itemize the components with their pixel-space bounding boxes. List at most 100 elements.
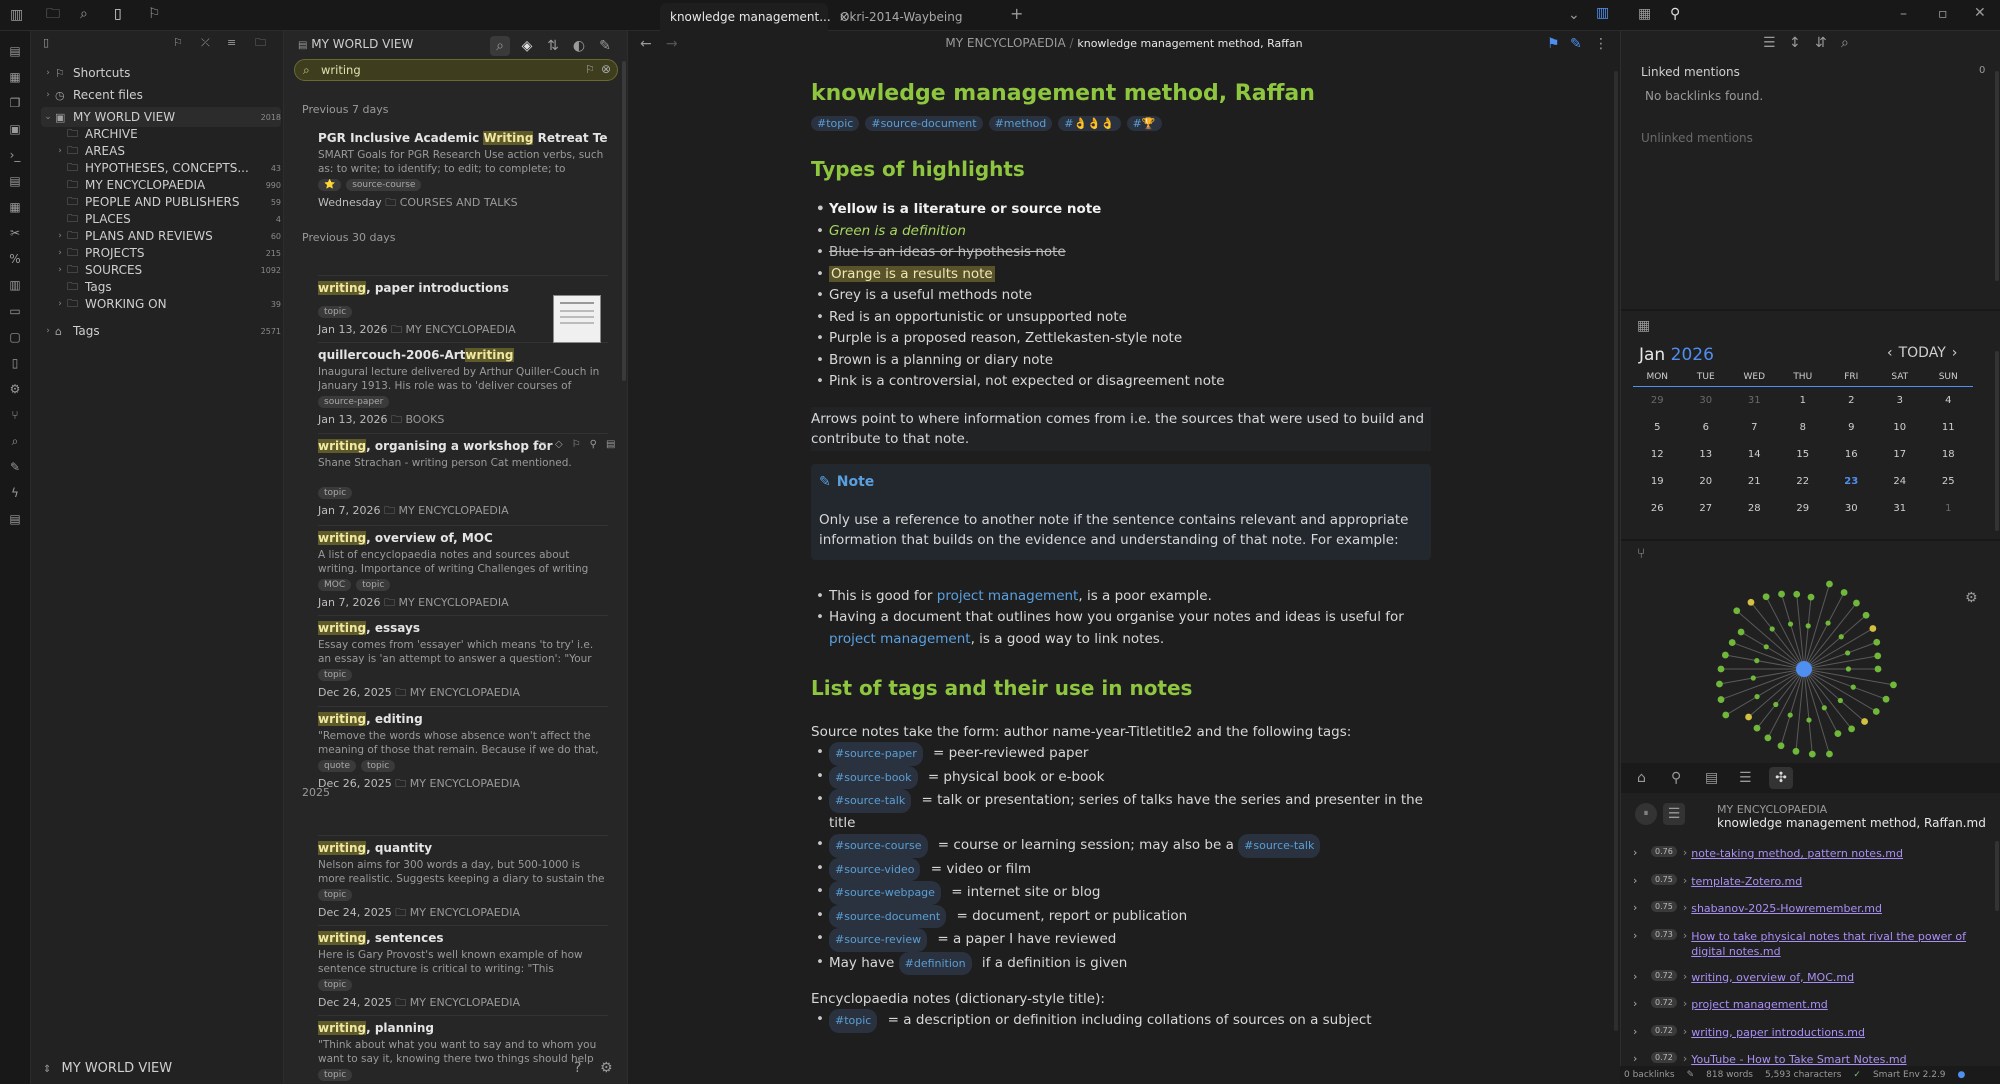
unlinked-mentions-heading[interactable]: Unlinked mentions bbox=[1641, 131, 1753, 145]
tag-pill[interactable]: topic bbox=[318, 889, 353, 901]
calendar-day[interactable]: 1 bbox=[1924, 503, 1973, 514]
calendar-day[interactable]: 30 bbox=[1827, 503, 1876, 514]
graph-node[interactable] bbox=[1762, 593, 1770, 601]
link-icon[interactable]: ⚲ bbox=[1670, 7, 1680, 21]
tag-pill[interactable]: source-paper bbox=[318, 396, 390, 408]
graph-node[interactable] bbox=[1769, 626, 1775, 632]
calendar-day[interactable]: 2 bbox=[1827, 395, 1876, 406]
chevron-left-icon[interactable]: ‹ bbox=[1887, 345, 1893, 361]
chevron-right-icon[interactable]: › bbox=[1633, 1025, 1651, 1038]
note-item[interactable]: writing, overview of, MOC A list of encyc… bbox=[318, 531, 608, 613]
graph-node[interactable] bbox=[1838, 634, 1844, 640]
calendar-day[interactable]: 22 bbox=[1779, 476, 1828, 487]
calendar-icon[interactable]: ▣ bbox=[7, 121, 23, 137]
graph-node[interactable] bbox=[1869, 625, 1877, 632]
help-icon[interactable]: ? bbox=[574, 1061, 581, 1075]
graph-node[interactable] bbox=[1747, 598, 1755, 606]
graph-icon[interactable]: ⑂ bbox=[1637, 547, 1645, 561]
graph-node[interactable] bbox=[1721, 651, 1729, 659]
tag-pill[interactable]: #method bbox=[988, 116, 1053, 131]
note-item[interactable]: writing, organising a workshop for Shane … bbox=[318, 439, 615, 521]
folder-icon[interactable]: 🗀 bbox=[46, 7, 60, 21]
layout-icon[interactable]: ▤ bbox=[7, 173, 23, 189]
graph-node[interactable] bbox=[1845, 666, 1851, 672]
graph-node[interactable] bbox=[1753, 724, 1761, 732]
graph-node[interactable] bbox=[1826, 750, 1833, 758]
tag-pill[interactable]: #source-document bbox=[865, 116, 983, 131]
result-link[interactable]: writing, paper introductions.md bbox=[1691, 1025, 1865, 1040]
tools-icon[interactable]: ✂ bbox=[7, 225, 23, 241]
note-item[interactable]: PGR Inclusive Academic Writing Retreat T… bbox=[318, 131, 608, 213]
pen-icon[interactable]: ✎ bbox=[7, 459, 23, 475]
minimize-icon[interactable]: – bbox=[1900, 7, 1907, 21]
scrollbar[interactable] bbox=[1995, 841, 1999, 911]
sort-icon[interactable]: ⇵ bbox=[1815, 36, 1827, 50]
tag-pill[interactable]: topic bbox=[318, 669, 353, 681]
graph-node[interactable] bbox=[1840, 589, 1848, 596]
graph-node[interactable] bbox=[1806, 717, 1812, 723]
tag-pill[interactable]: #source-webpage bbox=[829, 881, 941, 905]
tag-pill[interactable]: ⭐ bbox=[318, 179, 342, 191]
note-item[interactable]: writing, paper introductions topic Jan 13,… bbox=[318, 281, 538, 340]
tag-pill[interactable]: #source-course bbox=[829, 834, 928, 858]
graph-node[interactable] bbox=[1825, 620, 1831, 626]
sort-icon[interactable]: ⇅ bbox=[543, 36, 563, 56]
breadcrumb-file[interactable]: knowledge management method, Raffan bbox=[1077, 37, 1302, 50]
tag-pill[interactable]: #source-review bbox=[829, 928, 928, 952]
tag-pill[interactable]: #🏆 bbox=[1126, 116, 1162, 131]
calendar-day[interactable]: 21 bbox=[1730, 476, 1779, 487]
graph-node[interactable] bbox=[1778, 590, 1785, 598]
search-icon[interactable]: ⌕ bbox=[80, 7, 88, 21]
graph-node[interactable] bbox=[1787, 712, 1793, 718]
sidebar-toggle-icon[interactable]: ▥ bbox=[10, 8, 23, 22]
result-link[interactable]: note-taking method, pattern notes.md bbox=[1691, 846, 1903, 861]
calendar-day[interactable]: 25 bbox=[1924, 476, 1973, 487]
calendar-day[interactable]: 1 bbox=[1779, 395, 1828, 406]
chevron-right-icon[interactable]: › bbox=[1633, 874, 1651, 887]
grid-icon[interactable]: ▦ bbox=[7, 69, 23, 85]
sc-result[interactable]: › 0.72 › YouTube - How to Take Smart Notes.… bbox=[1633, 1052, 1983, 1067]
table-icon[interactable]: ▦ bbox=[7, 199, 23, 215]
tag-icon[interactable]: ⌂ bbox=[1637, 771, 1646, 785]
tag-pill[interactable]: topic bbox=[318, 979, 353, 991]
internal-link[interactable]: project management bbox=[937, 588, 1079, 604]
graph-center-node[interactable] bbox=[1796, 661, 1812, 677]
chevron-right-icon[interactable]: › bbox=[1633, 970, 1651, 983]
bookmark-icon[interactable]: ⚑ bbox=[1547, 37, 1560, 51]
calendar-day[interactable]: 8 bbox=[1779, 422, 1828, 433]
tag-pill[interactable]: #topic bbox=[829, 1009, 878, 1033]
file-icon[interactable]: ▤ bbox=[7, 43, 23, 59]
box-icon[interactable]: ▢ bbox=[7, 329, 23, 345]
chevron-right-icon[interactable]: › bbox=[1952, 345, 1958, 361]
result-link[interactable]: project management.md bbox=[1691, 997, 1828, 1012]
sc-result[interactable]: › 0.73 › How to take physical notes that ri… bbox=[1633, 928, 1983, 959]
graph-node[interactable] bbox=[1845, 650, 1851, 656]
bookmark-icon[interactable]: ⚐ bbox=[173, 37, 183, 48]
graph-node[interactable] bbox=[1754, 658, 1760, 664]
graph-node[interactable] bbox=[1745, 713, 1752, 721]
note-item[interactable]: writing, sentences Here is Gary Provost's… bbox=[318, 931, 608, 1013]
book-icon[interactable]: ▥ bbox=[7, 277, 23, 293]
settings-icon[interactable]: ⚙ bbox=[1965, 591, 1978, 605]
pause-icon[interactable]: ⏸ bbox=[1635, 803, 1657, 825]
file-icon[interactable]: ▤ bbox=[606, 439, 615, 456]
vault-switcher[interactable]: ⇕ MY WORLD VIEW bbox=[43, 1061, 273, 1077]
new-folder-icon[interactable]: 🗀 bbox=[255, 37, 266, 48]
search-field[interactable]: ⌕ writing ⚐ ⊗ bbox=[294, 59, 618, 81]
graph-node[interactable] bbox=[1873, 638, 1881, 646]
sort-icon[interactable]: ≡ bbox=[227, 37, 236, 48]
graph-node[interactable] bbox=[1808, 750, 1816, 758]
tag-pill[interactable]: topic bbox=[356, 579, 391, 591]
graph-node[interactable] bbox=[1717, 696, 1725, 703]
settings-icon[interactable]: ⚙ bbox=[600, 1061, 613, 1075]
tab-knowledge-management[interactable]: knowledge management... × bbox=[660, 3, 849, 31]
bookmark-icon[interactable]: ⚐ bbox=[148, 7, 161, 21]
scrollbar[interactable] bbox=[622, 61, 626, 381]
tag-pill[interactable]: topic bbox=[318, 487, 353, 499]
graph-node[interactable] bbox=[1882, 695, 1890, 703]
calendar-day[interactable]: 15 bbox=[1779, 449, 1828, 460]
tab-okri[interactable]: Okri-2014-Waybeing bbox=[830, 3, 972, 31]
calendar-day[interactable]: 6 bbox=[1682, 422, 1731, 433]
new-tab-icon[interactable]: + bbox=[1010, 6, 1023, 22]
tag-pill[interactable]: #definition bbox=[898, 951, 972, 975]
